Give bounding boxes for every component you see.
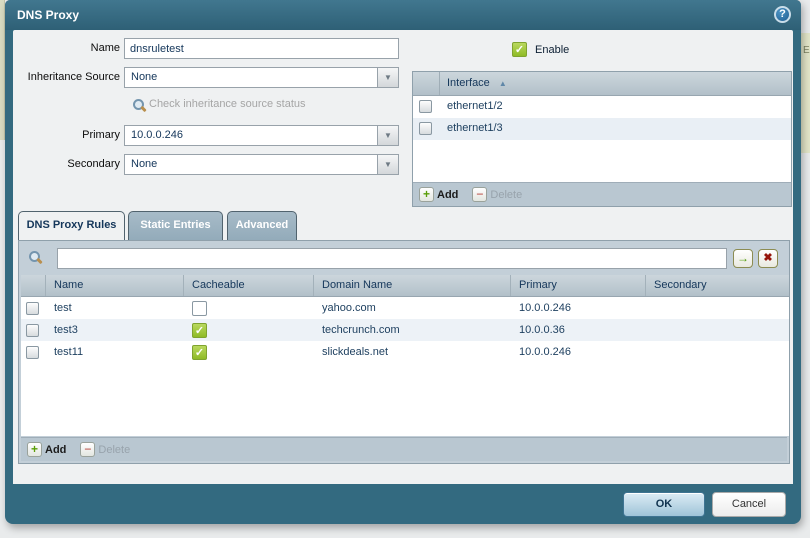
add-rule-button[interactable]: + Add — [27, 442, 66, 457]
row-select-checkbox[interactable] — [419, 122, 432, 135]
chevron-down-icon[interactable]: ▼ — [377, 155, 398, 174]
dialog-footer: OK Cancel — [5, 484, 801, 524]
interface-column-header: Interface — [447, 77, 490, 89]
interface-table-toolbar: + Add − Delete — [413, 182, 791, 206]
rule-primary: 10.0.0.246 — [511, 346, 646, 358]
cacheable-checkbox — [192, 345, 207, 360]
name-label: Name — [13, 38, 120, 59]
row-select-checkbox[interactable] — [26, 302, 39, 315]
column-header-secondary[interactable]: Secondary — [646, 275, 789, 296]
ok-button[interactable]: OK — [623, 492, 705, 517]
primary-label: Primary — [13, 125, 120, 146]
search-icon — [29, 251, 40, 262]
delete-rule-button[interactable]: − Delete — [80, 442, 130, 457]
plus-icon: + — [27, 442, 42, 457]
enable-row: Enable — [512, 42, 569, 57]
secondary-label: Secondary — [13, 154, 120, 175]
delete-label: Delete — [98, 444, 130, 456]
inheritance-source-label: Inheritance Source — [13, 67, 120, 88]
add-label: Add — [437, 189, 458, 201]
search-input[interactable] — [57, 248, 727, 269]
rule-domain: techcrunch.com — [314, 324, 511, 336]
dialog-titlebar: DNS Proxy ? — [5, 0, 801, 30]
row-select-checkbox[interactable] — [26, 324, 39, 337]
secondary-value: None — [131, 158, 157, 170]
minus-icon: − — [472, 187, 487, 202]
sort-ascending-icon: ▲ — [499, 79, 507, 88]
interface-table-header[interactable]: Interface ▲ — [413, 72, 791, 96]
dns-proxy-rules-panel: → ✖ Name Cacheable Domain Name Primary S… — [18, 240, 790, 464]
magnifier-icon — [133, 99, 144, 110]
column-header-domain-name[interactable]: Domain Name — [314, 275, 511, 296]
rule-name: test — [46, 302, 184, 314]
delete-interface-button[interactable]: − Delete — [472, 187, 522, 202]
cacheable-checkbox — [192, 301, 207, 316]
rules-table-header: Name Cacheable Domain Name Primary Secon… — [21, 275, 789, 297]
apply-filter-button[interactable]: → — [733, 249, 753, 268]
plus-icon: + — [419, 187, 434, 202]
interface-name: ethernet1/3 — [447, 122, 503, 134]
secondary-dropdown[interactable]: None ▼ — [124, 154, 399, 175]
chevron-down-icon[interactable]: ▼ — [377, 68, 398, 87]
background-partial-text: E — [801, 33, 810, 153]
interface-row[interactable]: ethernet1/2 — [413, 96, 791, 118]
primary-value: 10.0.0.246 — [131, 129, 183, 141]
select-all-column — [21, 275, 46, 296]
rule-domain: yahoo.com — [314, 302, 511, 314]
tab-dns-proxy-rules[interactable]: DNS Proxy Rules — [18, 211, 125, 240]
tab-advanced[interactable]: Advanced — [227, 211, 297, 240]
inheritance-source-dropdown[interactable]: None ▼ — [124, 67, 399, 88]
interface-name: ethernet1/2 — [447, 100, 503, 112]
tab-static-entries[interactable]: Static Entries — [128, 211, 223, 240]
table-row[interactable]: test3 techcrunch.com 10.0.0.36 — [21, 319, 789, 341]
rule-name: test3 — [46, 324, 184, 336]
check-inheritance-label: Check inheritance source status — [149, 98, 306, 110]
column-divider — [439, 72, 440, 95]
minus-icon: − — [80, 442, 95, 457]
chevron-down-icon[interactable]: ▼ — [377, 126, 398, 145]
enable-checkbox[interactable] — [512, 42, 527, 57]
cancel-button[interactable]: Cancel — [712, 492, 786, 517]
rules-table-toolbar: + Add − Delete — [21, 437, 787, 461]
table-row[interactable]: test11 slickdeals.net 10.0.0.246 — [21, 341, 789, 363]
add-label: Add — [45, 444, 66, 456]
rule-domain: slickdeals.net — [314, 346, 511, 358]
column-header-cacheable[interactable]: Cacheable — [184, 275, 314, 296]
rule-primary: 10.0.0.36 — [511, 324, 646, 336]
delete-label: Delete — [490, 189, 522, 201]
rule-name: test11 — [46, 346, 184, 358]
check-inheritance-link[interactable]: Check inheritance source status — [133, 98, 306, 110]
rule-primary: 10.0.0.246 — [511, 302, 646, 314]
row-select-checkbox[interactable] — [26, 346, 39, 359]
dialog-body: Name Inheritance Source None ▼ Check inh… — [13, 30, 793, 484]
primary-dropdown[interactable]: 10.0.0.246 ▼ — [124, 125, 399, 146]
interface-row[interactable]: ethernet1/3 — [413, 118, 791, 140]
table-row[interactable]: test yahoo.com 10.0.0.246 — [21, 297, 789, 319]
name-input[interactable] — [124, 38, 399, 59]
dns-proxy-dialog: DNS Proxy ? Name Inheritance Source None… — [5, 0, 801, 524]
add-interface-button[interactable]: + Add — [419, 187, 458, 202]
row-select-checkbox[interactable] — [419, 100, 432, 113]
clear-filter-button[interactable]: ✖ — [758, 249, 778, 268]
column-header-primary[interactable]: Primary — [511, 275, 646, 296]
interface-table: Interface ▲ ethernet1/2 ethernet1/3 + Ad… — [412, 71, 792, 207]
cacheable-checkbox — [192, 323, 207, 338]
inheritance-source-value: None — [131, 71, 157, 83]
help-icon[interactable]: ? — [774, 6, 791, 23]
dialog-title: DNS Proxy — [17, 8, 79, 22]
enable-label: Enable — [535, 44, 569, 56]
rules-table: Name Cacheable Domain Name Primary Secon… — [21, 275, 789, 436]
column-header-name[interactable]: Name — [46, 275, 184, 296]
